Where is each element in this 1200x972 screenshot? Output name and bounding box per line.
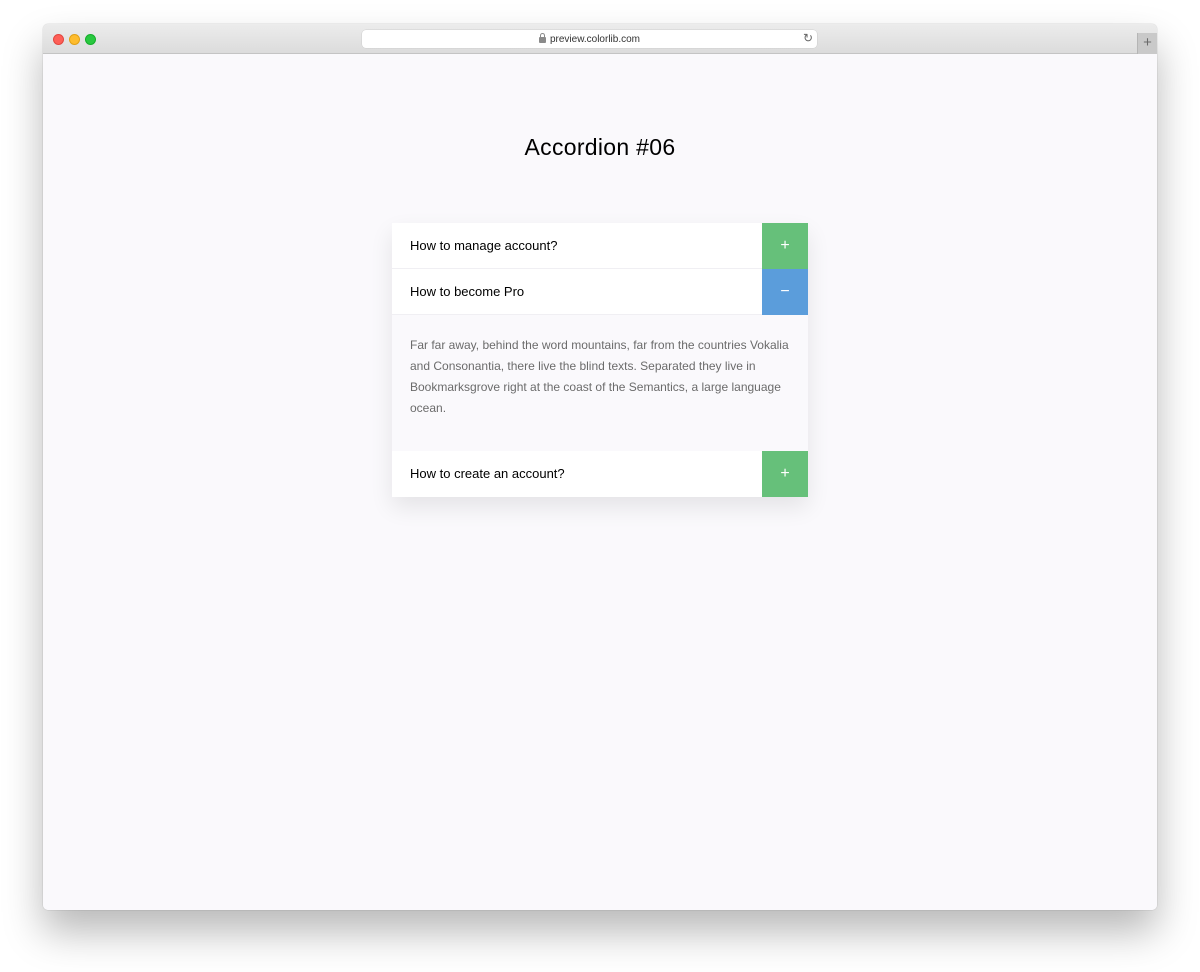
browser-window: preview.colorlib.com ↻ + Accordion #06 H… — [43, 24, 1157, 910]
collapse-minus-button[interactable]: − — [762, 269, 808, 315]
expand-plus-button[interactable]: + — [762, 223, 808, 269]
minimize-window-icon[interactable] — [69, 34, 80, 45]
accordion-answer-text: Far far away, behind the word mountains,… — [410, 338, 789, 415]
expand-plus-button[interactable]: + — [762, 451, 808, 497]
close-window-icon[interactable] — [53, 34, 64, 45]
accordion-item-become-pro[interactable]: How to become Pro − — [392, 269, 808, 315]
address-bar[interactable]: preview.colorlib.com ↻ — [362, 30, 817, 48]
browser-titlebar: preview.colorlib.com ↻ + — [43, 24, 1157, 54]
accordion: How to manage account? + How to become P… — [392, 223, 808, 497]
accordion-question: How to manage account? — [410, 238, 558, 253]
accordion-item-manage-account[interactable]: How to manage account? + — [392, 223, 808, 269]
accordion-question: How to create an account? — [410, 466, 565, 481]
new-tab-button[interactable]: + — [1137, 33, 1157, 54]
accordion-item-create-account[interactable]: How to create an account? + — [392, 451, 808, 497]
accordion-question: How to become Pro — [410, 284, 525, 299]
maximize-window-icon[interactable] — [85, 34, 96, 45]
url-text: preview.colorlib.com — [549, 33, 641, 45]
page-content: Accordion #06 How to manage account? + H… — [43, 54, 1157, 910]
reload-icon[interactable]: ↻ — [803, 31, 813, 45]
accordion-answer-panel: Far far away, behind the word mountains,… — [392, 315, 808, 451]
page-title: Accordion #06 — [524, 134, 676, 160]
lock-icon — [538, 33, 546, 43]
